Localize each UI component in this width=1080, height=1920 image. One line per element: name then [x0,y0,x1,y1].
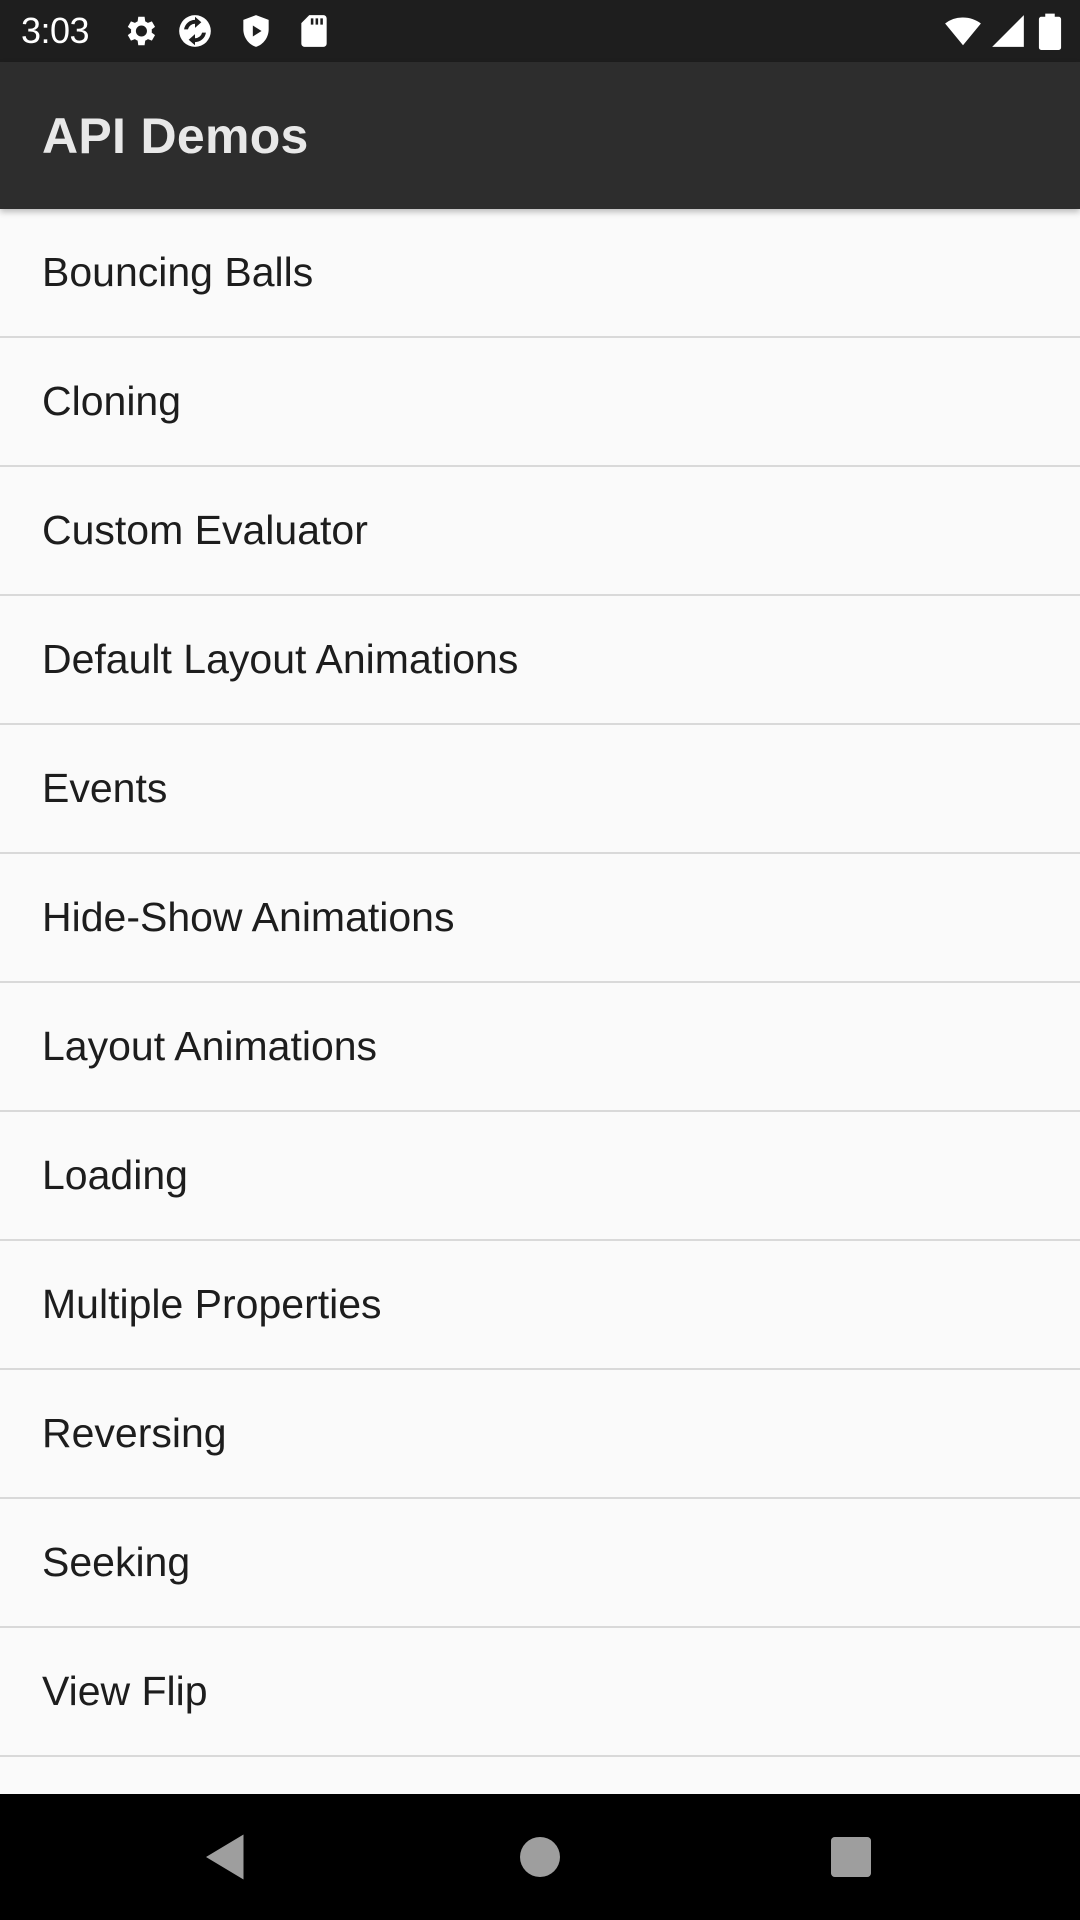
settings-gear-icon [121,12,159,50]
status-time: 3:03 [21,10,90,51]
list-item-label: Default Layout Animations [42,636,519,682]
list-item-label: Bouncing Balls [42,249,314,295]
recents-icon[interactable] [821,1827,881,1887]
list-item-seeking[interactable]: Seeking [0,1499,1080,1628]
list-item-label: Loading [42,1152,188,1198]
list-item-bouncing-balls[interactable]: Bouncing Balls [0,209,1080,338]
list-item-custom-evaluator[interactable]: Custom Evaluator [0,467,1080,596]
list-item-multiple-properties[interactable]: Multiple Properties [0,1241,1080,1370]
list-item-label: Reversing [42,1410,227,1456]
back-icon[interactable] [196,1827,256,1887]
cell-signal-icon [989,12,1027,50]
demo-list[interactable]: Bouncing Balls Cloning Custom Evaluator … [0,209,1080,1794]
list-item-default-layout-animations[interactable]: Default Layout Animations [0,596,1080,725]
list-item-partial[interactable] [0,1757,1080,1794]
list-item-cloning[interactable]: Cloning [0,338,1080,467]
list-item-label: Custom Evaluator [42,507,368,553]
list-item-label: Layout Animations [42,1023,378,1069]
list-item-label: Seeking [42,1539,191,1585]
sync-icon [176,12,214,50]
home-icon[interactable] [510,1827,570,1887]
status-bar: 3:03 [0,0,1080,62]
wifi-icon [941,12,985,50]
app-bar: API Demos [0,62,1080,209]
list-item-view-flip[interactable]: View Flip [0,1628,1080,1757]
sd-card-icon [295,12,333,50]
list-item-loading[interactable]: Loading [0,1112,1080,1241]
list-item-events[interactable]: Events [0,725,1080,854]
screen: 3:03 API Demos Bouncing Balls Cloning Cu… [0,0,1080,1920]
list-item-reversing[interactable]: Reversing [0,1370,1080,1499]
list-item-label: Cloning [42,378,182,424]
battery-icon [1036,12,1064,50]
shield-icon [237,12,275,50]
navigation-bar [0,1794,1080,1920]
list-item-label: Hide-Show Animations [42,894,455,940]
app-title: API Demos [42,108,309,164]
list-item-label: Multiple Properties [42,1281,382,1327]
list-item-label: View Flip [42,1668,208,1714]
list-item-hide-show-animations[interactable]: Hide-Show Animations [0,854,1080,983]
list-item-label: Events [42,765,168,811]
list-item-layout-animations[interactable]: Layout Animations [0,983,1080,1112]
